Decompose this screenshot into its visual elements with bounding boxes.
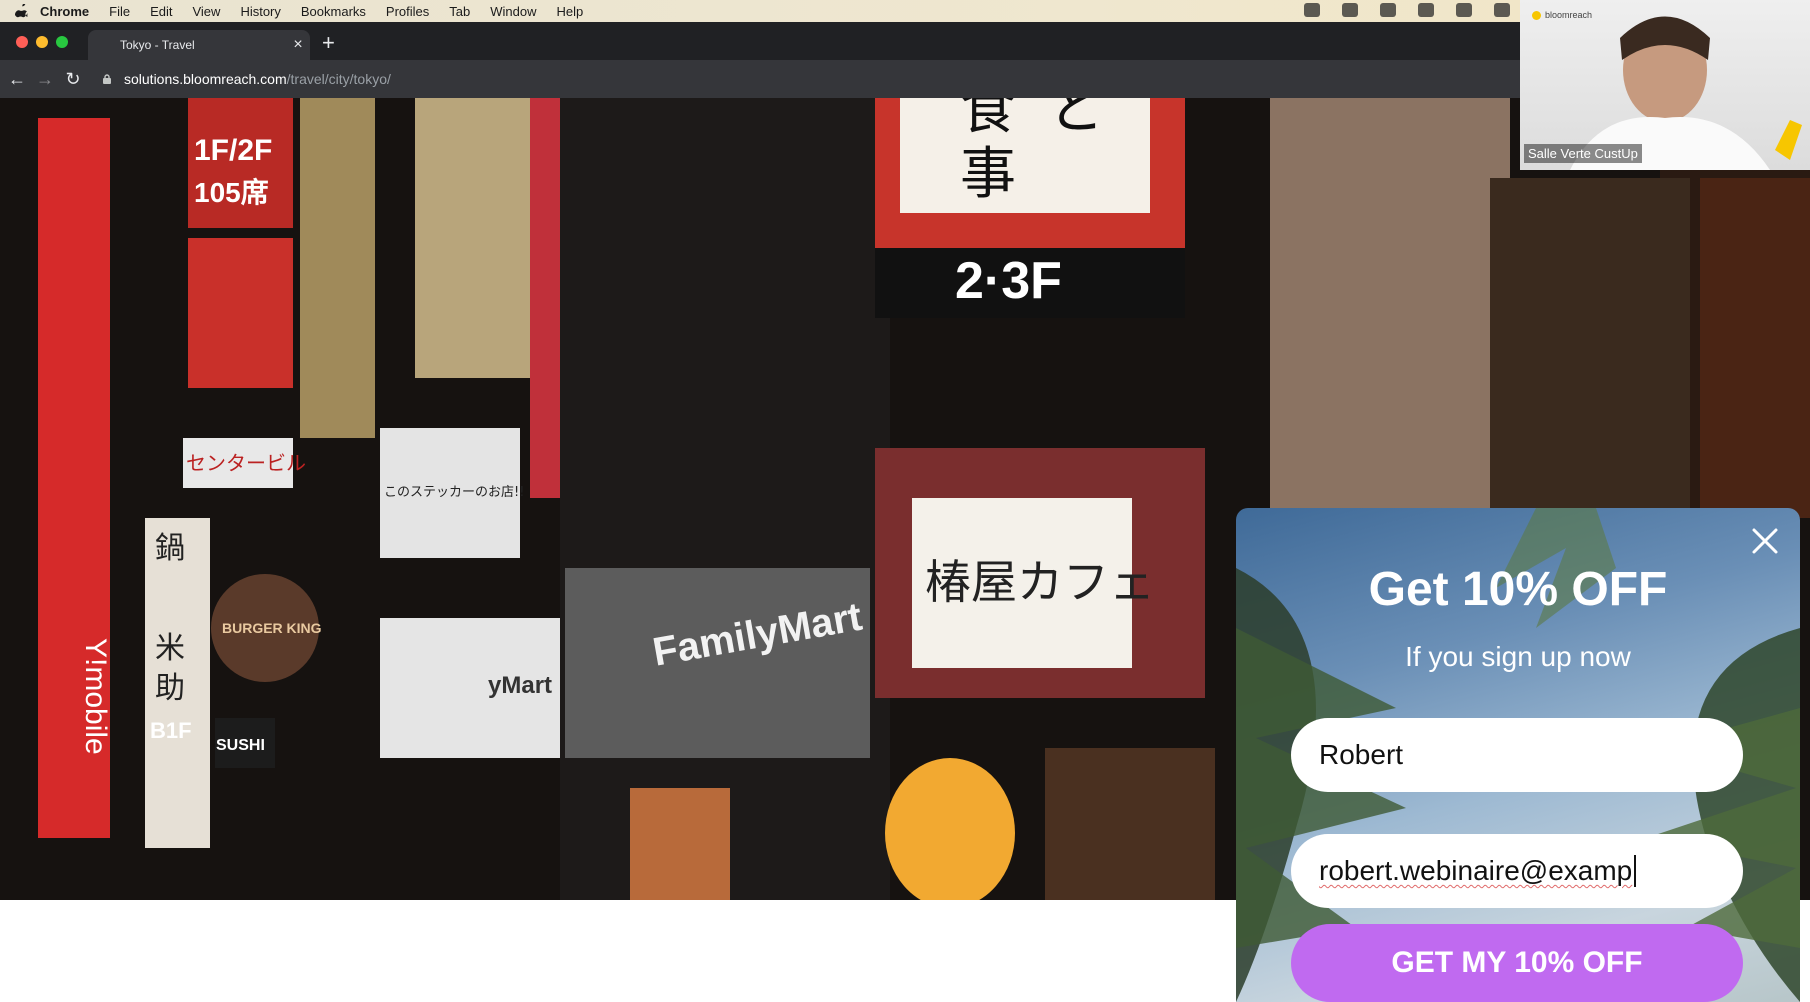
close-window-button[interactable] [16,36,28,48]
sign-center-building: センタービル [186,451,306,475]
sign-ymart: yMart [488,672,552,699]
status-tray [1304,3,1510,17]
minimize-window-button[interactable] [36,36,48,48]
popup-title: Get 10% OFF [1368,563,1668,616]
menu-help[interactable]: Help [557,4,584,19]
keyboard-icon[interactable] [1494,3,1510,17]
menu-history[interactable]: History [240,4,280,19]
first-name-field[interactable]: Robert [1291,718,1743,792]
sign-sticker-shop: このステッカーのお店!! [384,485,524,500]
url-host: solutions.bloomreach.com [124,71,287,87]
audio-icon[interactable] [1342,3,1358,17]
bloomreach-logo-text: bloomreach [1545,10,1593,20]
new-tab-button[interactable]: + [322,32,335,54]
tab-close-icon[interactable]: × [286,36,310,54]
sign-burger-king: BURGER KING [222,620,322,636]
sign-b1f: B1F [150,718,192,743]
sign-23f: 2·3F [955,252,1062,310]
text-caret [1634,855,1637,887]
address-bar[interactable]: solutions.bloomreach.com/travel/city/tok… [102,71,391,87]
battery-icon[interactable] [1380,3,1396,17]
reload-button[interactable]: ↻ [62,69,84,90]
browser-toolbar: ← → ↻ solutions.bloomreach.com/travel/ci… [0,60,1520,98]
participant-name: Salle Verte CustUp [1524,144,1642,163]
bloomreach-logo: bloomreach [1532,10,1592,20]
popup-subtitle: If you sign up now [1405,641,1631,672]
menu-file[interactable]: File [109,4,130,19]
menu-tab[interactable]: Tab [449,4,470,19]
headphones-icon[interactable] [1456,3,1472,17]
sign-shoku: 食 [960,98,1016,142]
menu-chrome[interactable]: Chrome [40,4,89,19]
first-name-value: Robert [1319,739,1404,770]
get-discount-button[interactable]: GET MY 10% OFF [1291,924,1743,1002]
signup-popup: Get 10% OFF If you sign up now Robert ro… [1236,508,1800,1002]
menu-bookmarks[interactable]: Bookmarks [301,4,366,19]
sign-105: 105席 [194,176,269,208]
back-button[interactable]: ← [6,69,28,90]
sign-tsubakiya-cafe: 椿屋カフェ [925,555,1155,609]
sign-sushi: SUSHI [216,737,265,754]
tab-title: Tokyo - Travel [120,38,195,52]
sign-ji: 事 [960,142,1016,207]
browser-tab[interactable]: Tokyo - Travel × [88,30,310,60]
email-field[interactable]: robert.webinaire@examp [1291,834,1743,908]
video-call-overlay: bloomreach Salle Verte CustUp [1520,0,1810,170]
lock-icon [103,74,111,84]
menu-window[interactable]: Window [490,4,536,19]
email-value: robert.webinaire@examp [1319,855,1633,886]
browser-tab-strip: Tokyo - Travel × + [0,22,1520,60]
apple-icon[interactable] [14,4,28,18]
sign-kome: 米 [155,631,185,666]
url-path: /travel/city/tokyo/ [286,71,391,87]
forward-button[interactable]: → [34,69,56,90]
menu-view[interactable]: View [192,4,220,19]
menu-edit[interactable]: Edit [150,4,172,19]
close-icon[interactable] [1750,526,1780,556]
cloud-icon[interactable] [1304,3,1320,17]
sign-suke: 助 [155,671,185,706]
sign-nabe: 鍋 [155,531,185,566]
sign-ymobile: Y!mobile [79,638,112,755]
sign-1f2f: 1F/2F [194,134,272,167]
moon-icon[interactable] [1418,3,1434,17]
sign-koto: と [1048,98,1104,142]
maximize-window-button[interactable] [56,36,68,48]
bloomreach-logo-icon [1532,10,1541,20]
menu-profiles[interactable]: Profiles [386,4,429,19]
